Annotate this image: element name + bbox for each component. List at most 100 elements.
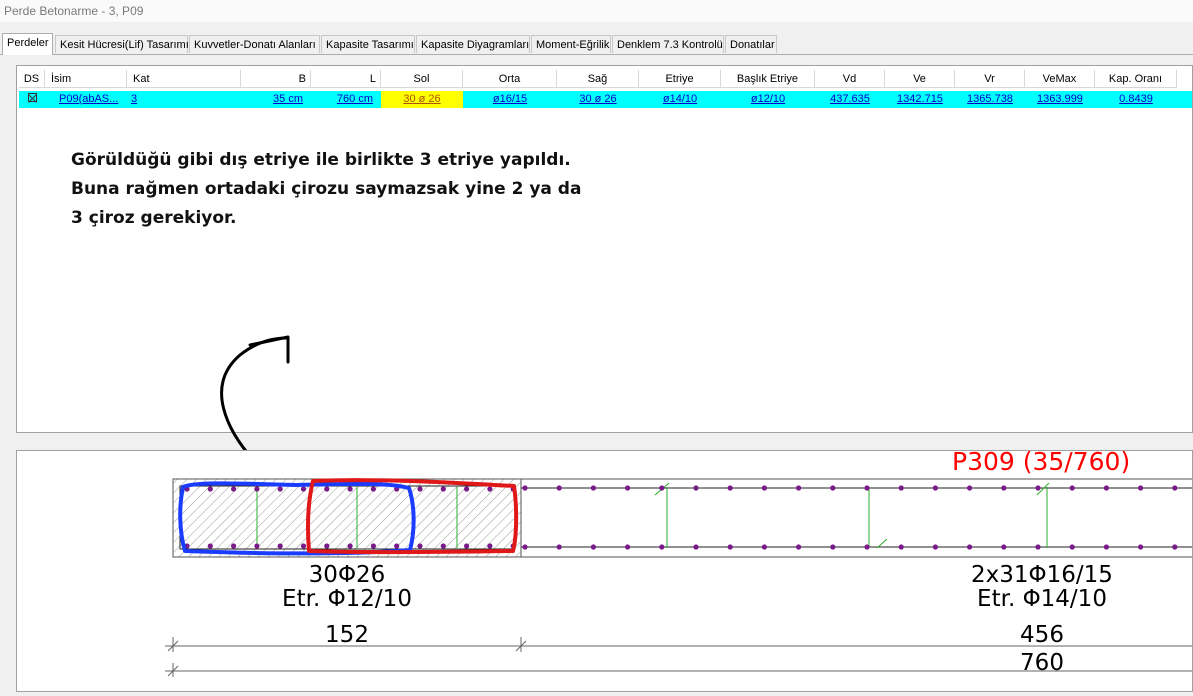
tab-kuvvetler-donati[interactable]: Kuvvetler-Donatı Alanları [189,35,320,53]
rebar-dot [556,544,562,550]
section-drawing-panel: P309 (35/760) 30Φ26 Etr. Φ12/10 2x31Φ16/… [16,450,1193,692]
rebar-dot [231,486,237,492]
column-header-b[interactable]: B [241,70,311,88]
rebar-dot [254,486,260,492]
column-header-ve[interactable]: Ve [885,70,955,88]
column-header-kat[interactable]: Kat [127,70,241,88]
rebar-dot [556,485,562,491]
tab-strip: Perdeler Kesit Hücresi(Lif) Tasarımı Kuv… [0,33,1193,55]
rebar-dot [727,544,733,550]
tab-donatilar[interactable]: Donatılar [725,35,777,53]
dimension-end-zone: 152 [325,622,369,648]
annotation-line-1: Görüldüğü gibi dış etriye ile birlikte 3… [71,150,571,170]
rebar-dot [1172,544,1178,550]
rebar-dot [1069,485,1075,491]
rebar-dot [394,543,400,549]
rebar-dot [967,485,973,491]
column-header-isim[interactable]: İsim [45,70,127,88]
rebar-dot [727,485,733,491]
wall-label: P309 (35/760) [952,451,1130,476]
rebar-dot [1035,485,1041,491]
cell-vr[interactable]: 1365.738 [955,91,1025,108]
table-row[interactable]: P09(abAS... 3 35 cm 760 cm 30 ø 26 ø16/1… [19,91,1192,108]
walls-grid: DS İsim Kat B L Sol Orta Sağ Etriye Başl… [16,65,1193,433]
rebar-dot [1103,544,1109,550]
column-header-vemax[interactable]: VeMax [1025,70,1095,88]
tab-kapasite-diyagramlari[interactable]: Kapasite Diyagramları [416,35,530,53]
tab-perdeler[interactable]: Perdeler [2,33,53,55]
web-rebar-lines [521,487,1192,548]
rebar-dot [830,485,836,491]
rebar-dot [231,543,237,549]
rebar-dot [932,544,939,550]
tab-kesit-hucresi[interactable]: Kesit Hücresi(Lif) Tasarımı [55,35,189,53]
cell-b[interactable]: 35 cm [241,91,311,108]
end-stirrup-label: Etr. Φ12/10 [282,586,412,612]
cell-sag[interactable]: 30 ø 26 [557,91,639,108]
rebar-dot [300,543,307,549]
annotation-text: Görüldüğü gibi dış etriye ile birlikte 3… [71,146,581,233]
cell-orta[interactable]: ø16/15 [463,91,557,108]
column-header-sol[interactable]: Sol [381,70,463,88]
rebar-dot [864,544,870,550]
rebar-dot [440,543,446,549]
web-bars [522,485,1178,550]
rebar-dot [1069,544,1075,550]
rebar-dot [522,485,528,491]
rebar-dot [898,544,904,550]
end-rebar-label: 30Φ26 [309,562,386,588]
tab-kapasite-tasarimi[interactable]: Kapasite Tasarımı [321,35,415,53]
cell-isim[interactable]: P09(abAS... [55,91,129,108]
rebar-dot [207,543,213,549]
rebar-dot [830,544,836,550]
rebar-dot [207,486,213,492]
cell-vemax[interactable]: 1363.999 [1025,91,1095,108]
annotation-line-2: Buna rağmen ortadaki çirozu saymazsak yi… [71,179,582,199]
column-header-etriye[interactable]: Etriye [639,70,721,88]
rebar-dot [522,544,528,550]
web-rebar-label: 2x31Φ16/15 [971,562,1113,588]
rebar-dot [967,544,973,550]
rebar-dot [254,543,260,549]
cell-kat[interactable]: 3 [127,91,241,108]
tab-denklem-kontrolu[interactable]: Denklem 7.3 Kontrolü [612,35,724,53]
rebar-dot [347,543,353,549]
column-header-orta[interactable]: Orta [463,70,557,88]
rebar-dot [300,486,307,492]
rebar-dot [1103,485,1109,491]
rebar-dot [1172,485,1178,491]
column-header-sag[interactable]: Sağ [557,70,639,88]
rebar-dot [370,543,376,549]
rebar-dot [796,485,802,491]
column-header-l[interactable]: L [311,70,381,88]
column-header-baslik-etriye[interactable]: Başlık Etriye [721,70,815,88]
column-header-vr[interactable]: Vr [955,70,1025,88]
rebar-dot [625,485,631,491]
rebar-dot [590,544,597,550]
column-header-ds[interactable]: DS [19,70,45,88]
rebar-dot [347,486,353,492]
rebar-dot [932,485,939,491]
rebar-dot [464,543,470,549]
rebar-dot [761,485,768,491]
tab-moment-egrilik[interactable]: Moment-Eğrilik [531,35,611,53]
cell-kap-orani[interactable]: 0.8439 [1095,91,1177,108]
web-stirrup-label: Etr. Φ14/10 [977,586,1107,612]
rebar-dot [1001,485,1007,491]
cell-sol[interactable]: 30 ø 26 [381,91,463,108]
cell-vd[interactable]: 437.635 [815,91,885,108]
cell-ve[interactable]: 1342.715 [885,91,955,108]
cell-l[interactable]: 760 cm [311,91,381,108]
rebar-dot [693,485,699,491]
column-header-kap-orani[interactable]: Kap. Oranı [1095,70,1177,88]
rebar-dot [487,486,493,492]
rebar-dot [590,485,597,491]
rebar-dot [417,543,423,549]
cell-etriye[interactable]: ø14/10 [639,91,721,108]
ds-checkbox-icon[interactable] [28,93,37,102]
column-header-vd[interactable]: Vd [815,70,885,88]
rebar-dot [440,486,446,492]
cell-baslik-etriye[interactable]: ø12/10 [721,91,815,108]
rebar-dot [1138,485,1144,491]
rebar-dot [1001,544,1007,550]
